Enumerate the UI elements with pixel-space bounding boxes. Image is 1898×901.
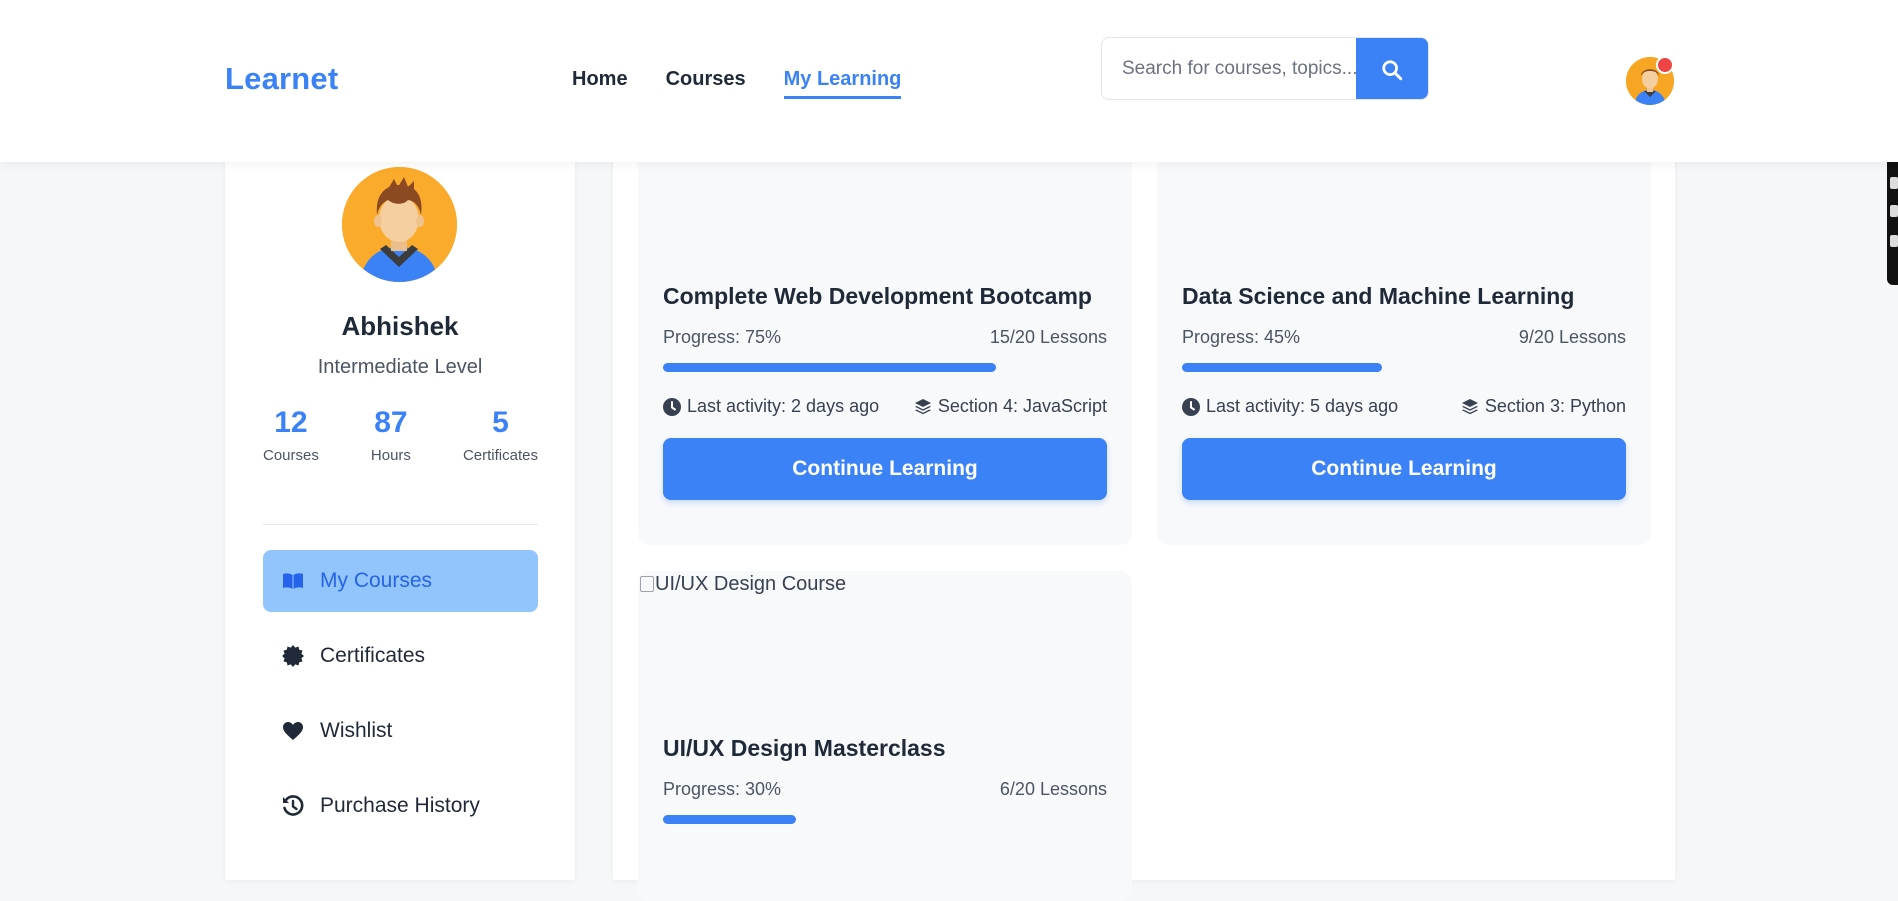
course-title[interactable]: UI/UX Design Masterclass <box>663 735 946 762</box>
top-navbar: Learnet Home Courses My Learning <box>0 0 1898 162</box>
section-text: Section 3: Python <box>1484 396 1626 416</box>
progress-fill <box>663 363 996 372</box>
layers-icon <box>914 398 931 414</box>
history-icon <box>282 795 304 817</box>
lessons-count: 6/20 Lessons <box>999 779 1107 799</box>
clock-icon <box>1182 397 1200 416</box>
current-section: Section 4: JavaScript <box>914 396 1107 417</box>
progress-label: Progress: 30% <box>663 779 782 799</box>
progress-label: Progress: 45% <box>1182 327 1301 347</box>
lessons-count: 9/20 Lessons <box>1518 327 1626 347</box>
nav-courses[interactable]: Courses <box>666 68 746 99</box>
progress-row: Progress: 45% 9/20 Lessons <box>1182 327 1626 348</box>
menu-item-label: Purchase History <box>320 794 480 817</box>
menu-item-my-courses[interactable]: My Courses <box>263 550 538 612</box>
course-thumbnail-broken[interactable]: UI/UX Design Course <box>640 573 846 596</box>
progress-label: Progress: 75% <box>663 327 782 347</box>
thumbnail-alt-text: UI/UX Design Course <box>655 573 847 595</box>
meta-row: Last activity: 5 days ago Section 3: Pyt… <box>1182 396 1626 417</box>
search-bar <box>1101 37 1429 100</box>
stat-value: 87 <box>374 406 408 439</box>
course-card: Complete Web Development Bootcamp Progre… <box>638 120 1132 545</box>
stat-value: 12 <box>274 406 308 439</box>
meta-row: Last activity: 2 days ago Section 4: Jav… <box>663 396 1107 417</box>
course-card: Data Science and Machine Learning Progre… <box>1157 120 1651 545</box>
section-text: Section 4: JavaScript <box>937 396 1107 416</box>
layers-icon <box>1461 398 1478 414</box>
progress-fill <box>663 815 797 824</box>
progress-bar <box>1182 363 1626 372</box>
progress-row: Progress: 75% 15/20 Lessons <box>663 327 1107 348</box>
profile-sidebar: Abhishek Intermediate Level 12 Courses 8… <box>225 140 575 880</box>
broken-image-icon <box>640 576 654 592</box>
course-card: UI/UX Design Course UI/UX Design Masterc… <box>638 571 1132 901</box>
profile-level: Intermediate Level <box>317 356 483 378</box>
progress-bar <box>663 363 1107 372</box>
continue-learning-button[interactable]: Continue Learning <box>663 438 1107 500</box>
open-book-icon <box>282 570 304 592</box>
profile-stats: 12 Courses 87 Hours 5 Certificates <box>263 406 538 464</box>
nav-home[interactable]: Home <box>572 68 628 99</box>
progress-bar <box>663 815 1107 824</box>
last-activity: Last activity: 5 days ago <box>1182 396 1398 417</box>
stat-value: 5 <box>492 406 509 439</box>
heart-icon <box>282 720 304 742</box>
stat-label: Hours <box>370 447 411 464</box>
logo[interactable]: Learnet <box>225 61 338 97</box>
stat-label: Certificates <box>462 447 538 464</box>
lessons-count: 15/20 Lessons <box>989 327 1107 347</box>
course-title[interactable]: Complete Web Development Bootcamp <box>663 283 1092 310</box>
search-input[interactable] <box>1102 38 1356 99</box>
stat-certificates: 5 Certificates <box>463 406 538 464</box>
profile-avatar <box>342 167 457 282</box>
main-nav: Home Courses My Learning <box>572 68 939 99</box>
divider <box>263 524 538 525</box>
stat-hours: 87 Hours <box>371 406 411 464</box>
progress-fill <box>1182 363 1382 372</box>
continue-learning-button[interactable]: Continue Learning <box>1182 438 1626 500</box>
last-activity: Last activity: 2 days ago <box>663 396 879 417</box>
menu-item-purchase-history[interactable]: Purchase History <box>263 775 538 837</box>
search-button[interactable] <box>1356 38 1428 99</box>
menu-item-wishlist[interactable]: Wishlist <box>263 700 538 762</box>
progress-row: Progress: 30% 6/20 Lessons <box>663 779 1107 800</box>
profile-name: Abhishek <box>341 311 459 341</box>
certificate-badge-icon <box>282 645 304 667</box>
menu-item-label: My Courses <box>320 569 433 592</box>
last-activity-text: Last activity: 5 days ago <box>1206 396 1399 416</box>
nav-my-learning[interactable]: My Learning <box>783 68 902 99</box>
course-title[interactable]: Data Science and Machine Learning <box>1182 283 1574 310</box>
course-list-panel: Complete Web Development Bootcamp Progre… <box>613 120 1675 901</box>
current-section: Section 3: Python <box>1461 396 1626 417</box>
notification-badge[interactable] <box>1656 56 1674 74</box>
search-icon <box>1382 59 1403 80</box>
clock-icon <box>663 397 681 416</box>
menu-item-certificates[interactable]: Certificates <box>263 625 538 687</box>
menu-item-label: Certificates <box>320 644 426 667</box>
stat-label: Courses <box>263 447 319 464</box>
profile-menu: My Courses Certificates Wishlist Purchas… <box>263 550 538 850</box>
menu-item-label: Wishlist <box>320 719 393 742</box>
stat-courses: 12 Courses <box>263 406 319 464</box>
last-activity-text: Last activity: 2 days ago <box>687 396 880 416</box>
profile-avatar-icon <box>342 167 457 282</box>
